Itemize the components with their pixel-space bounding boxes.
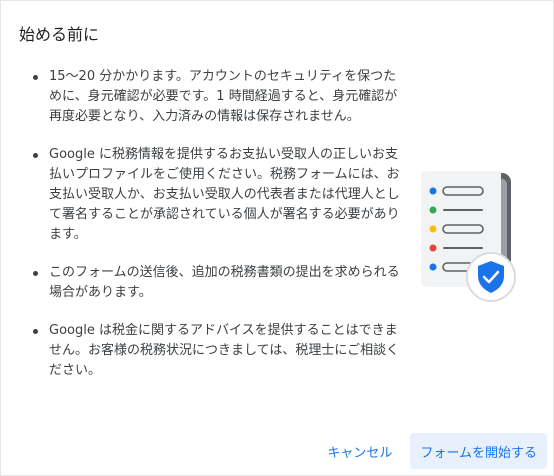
start-form-button[interactable]: フォームを開始する <box>410 433 547 469</box>
info-list: 15〜20 分かかります。アカウントのセキュリティを保つために、身元確認が必要で… <box>31 67 409 399</box>
before-you-start-dialog: 始める前に 15〜20 分かかります。アカウントのセキュリティを保つために、身元… <box>0 0 554 476</box>
illustration-dot <box>429 206 437 214</box>
illustration-dot <box>429 187 437 195</box>
dialog-title: 始める前に <box>19 25 100 44</box>
document-shield-icon <box>421 171 516 302</box>
illustration-line <box>443 209 483 211</box>
illustration-line <box>443 247 483 249</box>
info-item-tax-advice: Google は税金に関するアドバイスを提供することはできません。お客様の税務状… <box>31 321 409 381</box>
illustration-dot <box>429 263 437 271</box>
illustration-dot <box>429 244 437 252</box>
cancel-button[interactable]: キャンセル <box>313 433 406 469</box>
illustration-dot <box>429 225 437 233</box>
dialog-actions: キャンセル フォームを開始する <box>313 433 547 469</box>
info-item-time: 15〜20 分かかります。アカウントのセキュリティを保つために、身元確認が必要で… <box>31 67 409 127</box>
info-item-additional-documents: このフォームの送信後、追加の税務書類の提出を求められる場合があります。 <box>31 263 409 303</box>
info-item-payment-profile: Google に税務情報を提供するお支払い受取人の正しいお支払いプロファイルをご… <box>31 145 409 245</box>
